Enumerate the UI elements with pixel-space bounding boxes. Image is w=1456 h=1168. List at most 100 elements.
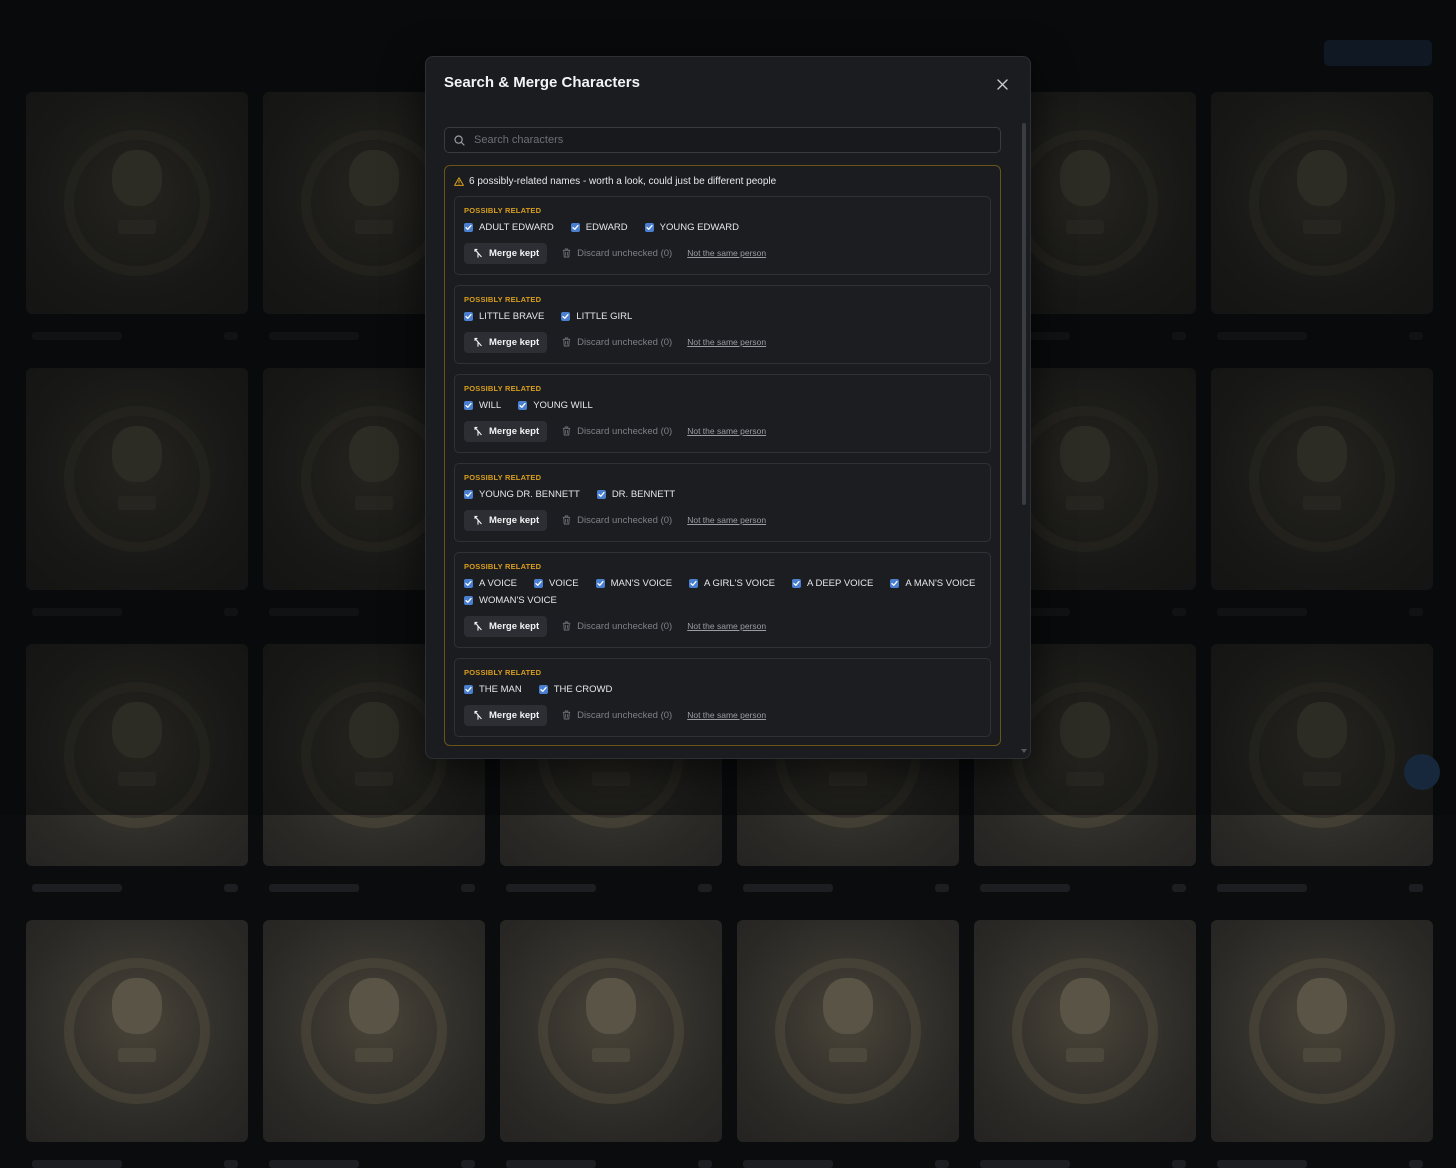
merge-kept-button[interactable]: Merge kept [464, 704, 548, 726]
name-checkbox[interactable] [464, 401, 473, 410]
discard-unchecked-label: Discard unchecked (0) [577, 425, 673, 437]
name-label: WOMAN'S VOICE [479, 595, 557, 606]
name-option[interactable]: ADULT EDWARD [464, 222, 554, 233]
merge-icon [474, 515, 482, 525]
name-option[interactable]: YOUNG WILL [518, 400, 593, 411]
name-list: THE MAN THE CROWD [464, 684, 981, 695]
name-option[interactable]: A DEEP VOICE [792, 578, 873, 589]
merge-icon [474, 426, 482, 436]
name-checkbox[interactable] [464, 490, 473, 499]
modal-scroll-content[interactable]: 6 possibly-related names - worth a look,… [444, 127, 1002, 758]
name-checkbox[interactable] [570, 223, 580, 232]
discard-unchecked-label: Discard unchecked (0) [577, 247, 673, 259]
merge-kept-button[interactable]: Merge kept [464, 331, 548, 353]
merge-kept-button[interactable]: Merge kept [464, 420, 548, 442]
name-checkbox[interactable] [595, 579, 605, 588]
modal-scrollbar[interactable] [1021, 115, 1027, 755]
name-checkbox[interactable] [596, 490, 606, 499]
close-button[interactable] [992, 74, 1012, 94]
close-icon [996, 78, 1008, 90]
search-input[interactable] [472, 133, 976, 147]
card-caption [743, 884, 833, 892]
portrait-plate [118, 1048, 156, 1062]
card-menu-icon [1172, 884, 1186, 892]
group-actions: Merge kept Discard unchecked (0) Not the s… [464, 509, 981, 531]
name-checkbox[interactable] [464, 312, 473, 321]
discard-unchecked-button[interactable]: Discard unchecked (0) [562, 710, 672, 721]
discard-unchecked-button[interactable]: Discard unchecked (0) [562, 515, 672, 526]
check-icon [465, 224, 472, 230]
name-label: LITTLE BRAVE [479, 311, 545, 322]
merge-kept-label: Merge kept [489, 336, 540, 348]
name-checkbox[interactable] [464, 223, 473, 232]
merge-icon [474, 337, 482, 347]
name-checkbox[interactable] [689, 579, 699, 588]
name-option[interactable]: THE MAN [464, 684, 522, 695]
name-option[interactable]: A GIRL'S VOICE [689, 578, 775, 589]
name-label: A MAN'S VOICE [905, 578, 976, 589]
card-caption [506, 1160, 596, 1168]
name-checkbox[interactable] [518, 401, 528, 410]
not-same-person-link[interactable]: Not the same person [687, 710, 766, 720]
discard-unchecked-label: Discard unchecked (0) [577, 336, 673, 348]
name-checkbox[interactable] [792, 579, 802, 588]
portrait-figure [112, 978, 162, 1034]
name-option[interactable]: LITTLE BRAVE [464, 311, 544, 322]
not-same-person-link[interactable]: Not the same person [687, 621, 766, 631]
name-label: WILL [479, 400, 502, 411]
name-option[interactable]: A MAN'S VOICE [890, 578, 975, 589]
card-menu-icon [224, 1160, 238, 1168]
card-caption [743, 1160, 833, 1168]
background-floating-button [1404, 754, 1440, 790]
merge-kept-button[interactable]: Merge kept [464, 509, 548, 531]
name-option[interactable]: LITTLE GIRL [561, 311, 632, 322]
name-checkbox[interactable] [890, 579, 900, 588]
discard-unchecked-button[interactable]: Discard unchecked (0) [562, 337, 672, 348]
name-checkbox[interactable] [561, 312, 571, 321]
not-same-person-link[interactable]: Not the same person [687, 248, 766, 258]
portrait-figure [823, 978, 873, 1034]
name-list: WILL YOUNG WILL [464, 400, 981, 411]
group-actions: Merge kept Discard unchecked (0) Not the s… [464, 615, 981, 637]
discard-unchecked-button[interactable]: Discard unchecked (0) [562, 621, 672, 632]
related-group: POSSIBLY RELATED A VOICE VOICE MAN'S VOICE A… [454, 552, 991, 648]
not-same-person-link[interactable]: Not the same person [687, 515, 766, 525]
name-option[interactable]: EDWARD [570, 222, 628, 233]
check-icon [690, 580, 697, 586]
discard-unchecked-button[interactable]: Discard unchecked (0) [562, 248, 672, 259]
card-caption [32, 884, 122, 892]
name-checkbox[interactable] [464, 579, 473, 588]
discard-unchecked-button[interactable]: Discard unchecked (0) [562, 426, 672, 437]
card-menu-icon [1409, 884, 1423, 892]
name-checkbox[interactable] [464, 596, 473, 605]
name-option[interactable]: A VOICE [464, 578, 517, 589]
check-icon [465, 402, 472, 408]
name-option[interactable]: VOICE [534, 578, 579, 589]
portrait-figure [1297, 978, 1347, 1034]
card-menu-icon [224, 884, 238, 892]
name-option[interactable]: DR. BENNETT [596, 489, 675, 500]
check-icon [535, 580, 542, 586]
check-icon [465, 686, 472, 692]
group-label: POSSIBLY RELATED [464, 384, 542, 393]
name-checkbox[interactable] [534, 579, 544, 588]
name-option[interactable]: WILL [464, 400, 501, 411]
name-checkbox[interactable] [464, 685, 473, 694]
name-option[interactable]: MAN'S VOICE [595, 578, 672, 589]
merge-kept-button[interactable]: Merge kept [464, 615, 548, 637]
name-option[interactable]: WOMAN'S VOICE [464, 595, 557, 606]
name-option[interactable]: THE CROWD [538, 684, 612, 695]
name-option[interactable]: YOUNG DR. BENNETT [464, 489, 580, 500]
not-same-person-link[interactable]: Not the same person [687, 426, 766, 436]
name-checkbox[interactable] [644, 223, 654, 232]
scrollbar-thumb[interactable] [1022, 123, 1026, 505]
search-field[interactable] [444, 127, 1001, 153]
name-option[interactable]: YOUNG EDWARD [644, 222, 739, 233]
name-list: YOUNG DR. BENNETT DR. BENNETT [464, 489, 981, 500]
not-same-person-link[interactable]: Not the same person [687, 337, 766, 347]
card-menu-icon [1172, 1160, 1186, 1168]
merge-kept-button[interactable]: Merge kept [464, 242, 548, 264]
name-checkbox[interactable] [538, 685, 548, 694]
warning-triangle-icon [454, 176, 464, 186]
scroll-down-icon[interactable] [1021, 749, 1027, 753]
